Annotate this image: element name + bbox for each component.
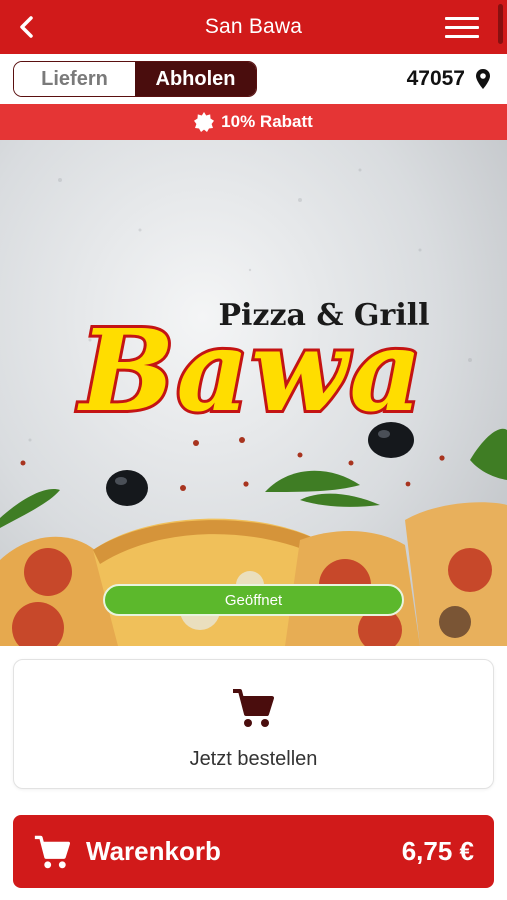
order-now-card[interactable]: Jetzt bestellen — [13, 659, 494, 789]
mode-option-delivery[interactable]: Liefern — [14, 62, 135, 96]
top-app-bar: San Bawa — [0, 0, 507, 54]
discount-banner: 10% Rabatt — [0, 104, 507, 140]
mode-row: Liefern Abholen 47057 — [0, 54, 507, 104]
page-title: San Bawa — [204, 15, 303, 38]
shopping-cart-icon — [34, 835, 70, 869]
location-pin-icon — [476, 69, 490, 89]
cart-button[interactable]: Warenkorb 6,75 € — [13, 815, 494, 888]
logo-title: Bawa — [77, 306, 424, 437]
restaurant-hero-image: Pizza & Grill Bawa Geöffnet — [0, 140, 507, 646]
scrollbar[interactable] — [498, 4, 503, 44]
order-now-label: Jetzt bestellen — [189, 748, 318, 770]
cart-label: Warenkorb — [86, 836, 221, 866]
open-status-badge[interactable]: Geöffnet — [103, 584, 404, 616]
cart-total: 6,75 € — [401, 836, 474, 866]
badge-icon — [194, 112, 215, 132]
shopping-cart-icon — [233, 689, 274, 727]
zip-code-selector[interactable]: 47057 — [407, 67, 491, 91]
hamburger-menu-icon[interactable] — [445, 14, 481, 40]
delivery-mode-toggle: Liefern Abholen — [13, 61, 257, 97]
zip-code: 47057 — [406, 67, 465, 90]
pizza-background-illustration: Pizza & Grill Bawa — [0, 168, 507, 646]
mode-option-pickup[interactable]: Abholen — [135, 62, 256, 96]
discount-label: 10% Rabatt — [221, 112, 313, 131]
